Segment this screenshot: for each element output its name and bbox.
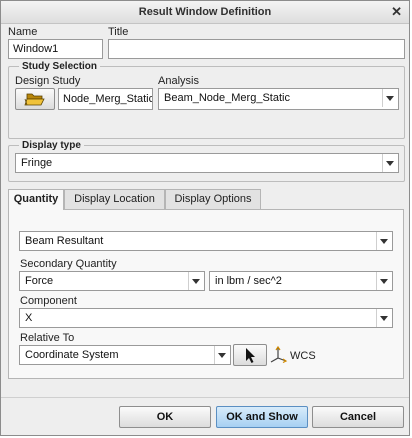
component-label: Component (20, 295, 77, 307)
chevron-down-icon (382, 89, 398, 107)
ok-and-show-button[interactable]: OK and Show (216, 406, 308, 428)
cursor-arrow-icon (246, 348, 255, 363)
open-study-button[interactable] (15, 88, 55, 110)
folder-open-icon (24, 93, 45, 106)
quantity-value: Beam Resultant (25, 235, 104, 247)
cancel-button[interactable]: Cancel (312, 406, 404, 428)
title-bar: Result Window Definition ✕ (1, 1, 409, 24)
chevron-down-icon (376, 272, 392, 290)
design-study-field[interactable]: Node_Merg_Static (58, 88, 153, 110)
title-label: Title (108, 26, 129, 38)
quantity-select[interactable]: Beam Resultant (19, 231, 393, 251)
display-type-legend: Display type (22, 140, 81, 151)
title-input[interactable] (108, 39, 405, 59)
display-type-select[interactable]: Fringe (15, 153, 399, 173)
analysis-value: Beam_Node_Merg_Static (164, 92, 290, 104)
analysis-label: Analysis (158, 75, 199, 87)
close-icon[interactable]: ✕ (391, 4, 402, 20)
study-selection-legend: Study Selection (22, 61, 98, 72)
name-input[interactable]: Window1 (8, 39, 103, 59)
component-select[interactable]: X (19, 308, 393, 328)
chevron-down-icon (214, 346, 230, 364)
footer-divider (1, 397, 409, 398)
chevron-down-icon (382, 154, 398, 172)
result-window-dialog: Result Window Definition ✕ Name Window1 … (0, 0, 410, 436)
tab-display-options[interactable]: Display Options (165, 189, 261, 209)
chevron-down-icon (376, 232, 392, 250)
component-value: X (25, 312, 33, 324)
csys-name: WCS (290, 350, 316, 362)
chevron-down-icon (188, 272, 204, 290)
name-label: Name (8, 26, 38, 38)
secondary-quantity-value: Force (25, 275, 54, 287)
dialog-title: Result Window Definition (138, 6, 272, 18)
chevron-down-icon (376, 309, 392, 327)
relative-to-select[interactable]: Coordinate System (19, 345, 231, 365)
analysis-select[interactable]: Beam_Node_Merg_Static (158, 88, 399, 110)
tab-quantity[interactable]: Quantity (8, 189, 64, 210)
relative-to-value: Coordinate System (25, 349, 119, 361)
secondary-quantity-select[interactable]: Force (19, 271, 205, 291)
coordinate-system-icon (270, 345, 288, 364)
select-csys-button[interactable] (233, 344, 267, 366)
units-select[interactable]: in lbm / sec^2 (209, 271, 393, 291)
units-value: in lbm / sec^2 (215, 275, 282, 287)
relative-to-label: Relative To (20, 332, 75, 344)
secondary-quantity-label: Secondary Quantity (20, 258, 117, 270)
ok-button[interactable]: OK (119, 406, 211, 428)
tab-display-location[interactable]: Display Location (64, 189, 165, 209)
design-study-label: Design Study (15, 75, 81, 87)
display-type-value: Fringe (21, 157, 53, 169)
